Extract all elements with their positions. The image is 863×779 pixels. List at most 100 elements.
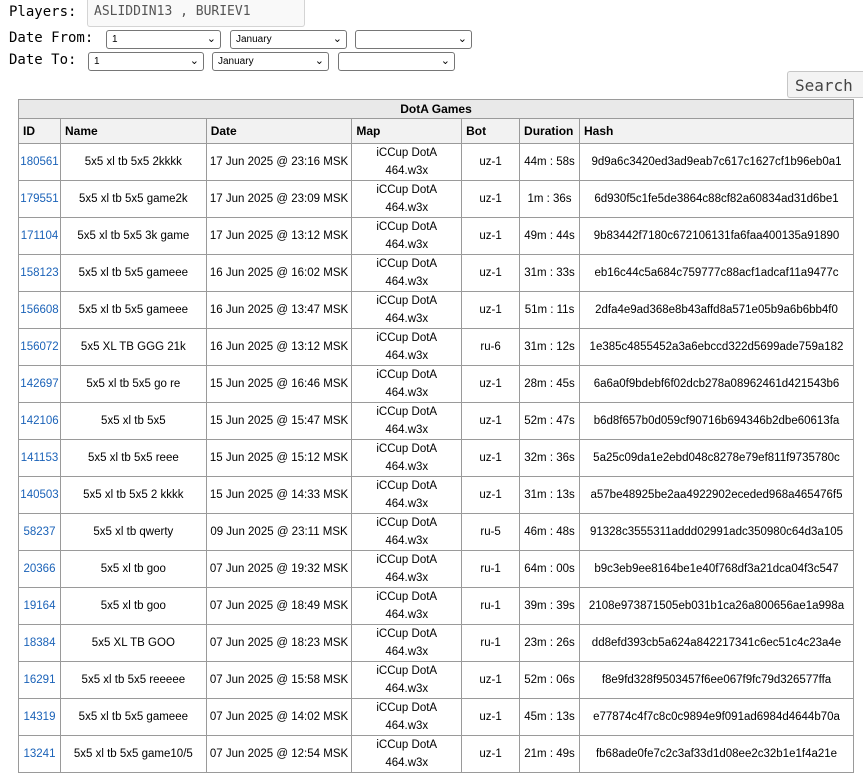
date-from-month-select[interactable]: January ⌄ (230, 30, 347, 49)
chevron-down-icon: ⌄ (206, 33, 216, 45)
game-bot-cell: uz-1 (461, 735, 521, 773)
game-id-cell: 158123 (18, 254, 61, 292)
column-header-id: ID (18, 118, 61, 144)
column-header-bot: Bot (461, 118, 521, 144)
table-row: 14319 5x5 xl tb 5x5 gameee 07 Jun 2025 @ 1… (18, 698, 854, 736)
game-date-cell: 07 Jun 2025 @ 18:23 MSK (205, 624, 353, 662)
game-map-cell: iCCup DotA 464.w3x (351, 513, 463, 551)
map-name: iCCup DotA (376, 332, 438, 344)
game-id-link[interactable]: 171104 (21, 230, 59, 242)
game-id-link[interactable]: 20366 (24, 563, 56, 575)
date-to-label: Date To: (9, 52, 77, 68)
date-from-label: Date From: (9, 30, 94, 46)
game-hash-cell: dd8efd393cb5a624a842217341c6ec51c4c23a4e (579, 624, 854, 662)
date-from-day-value: 1 (112, 34, 118, 45)
map-file: 464.w3x (385, 720, 429, 732)
game-id-cell: 179551 (18, 180, 61, 218)
game-duration-cell: 21m : 49s (519, 735, 580, 773)
chevron-down-icon: ⌄ (457, 33, 467, 45)
game-map-cell: iCCup DotA 464.w3x (351, 587, 463, 625)
game-id-link[interactable]: 19164 (24, 600, 56, 612)
table-row: 19164 5x5 xl tb goo 07 Jun 2025 @ 18:49 MS… (18, 587, 854, 625)
date-to-day-select[interactable]: 1 ⌄ (88, 52, 204, 71)
map-file: 464.w3x (385, 165, 429, 177)
game-bot-cell: uz-1 (461, 291, 521, 329)
players-input[interactable]: ASLIDDIN13 , BURIEV1 (87, 0, 305, 27)
game-date-cell: 15 Jun 2025 @ 16:46 MSK (205, 365, 353, 403)
map-name: iCCup DotA (376, 147, 438, 159)
column-header-duration: Duration (519, 118, 580, 144)
game-duration-cell: 46m : 48s (519, 513, 580, 551)
map-name: iCCup DotA (376, 443, 438, 455)
map-file: 464.w3x (385, 424, 429, 436)
game-id-link[interactable]: 13241 (24, 748, 56, 760)
chevron-down-icon: ⌄ (314, 55, 324, 67)
game-id-link[interactable]: 16291 (24, 674, 56, 686)
column-header-hash: Hash (579, 118, 854, 144)
map-file: 464.w3x (385, 276, 429, 288)
table-caption: DotA Games (18, 99, 854, 119)
game-duration-cell: 23m : 26s (519, 624, 580, 662)
game-id-link[interactable]: 180561 (20, 156, 58, 168)
game-name-cell: 5x5 xl tb 5x5 gameee (59, 698, 207, 736)
table-row: 20366 5x5 xl tb goo 07 Jun 2025 @ 19:32 MS… (18, 550, 854, 588)
game-bot-cell: uz-1 (461, 254, 521, 292)
date-to-month-select[interactable]: January ⌄ (212, 52, 329, 71)
game-name-cell: 5x5 XL TB GGG 21k (59, 328, 207, 366)
game-hash-cell: b6d8f657b0d059cf90716b694346b2dbe60613fa (579, 402, 854, 440)
game-bot-cell: ru-1 (461, 624, 521, 662)
date-to-day-value: 1 (94, 56, 100, 67)
game-map-cell: iCCup DotA 464.w3x (351, 328, 463, 366)
game-bot-cell: uz-1 (461, 217, 521, 255)
table-row: 179551 5x5 xl tb 5x5 game2k 17 Jun 2025 @ … (18, 180, 854, 218)
game-id-link[interactable]: 156608 (20, 304, 58, 316)
game-bot-cell: ru-5 (461, 513, 521, 551)
game-id-cell: 140503 (18, 476, 61, 514)
map-name: iCCup DotA (376, 295, 438, 307)
date-from-day-select[interactable]: 1 ⌄ (106, 30, 221, 49)
table-row: 16291 5x5 xl tb 5x5 reeeee 07 Jun 2025 @ 1… (18, 661, 854, 699)
date-from-year-select[interactable]: ⌄ (355, 30, 472, 49)
game-id-link[interactable]: 158123 (20, 267, 58, 279)
game-name-cell: 5x5 xl tb goo (59, 587, 207, 625)
players-label: Players: (9, 4, 77, 20)
game-id-link[interactable]: 58237 (24, 526, 56, 538)
game-name-cell: 5x5 xl tb 5x5 gameee (59, 291, 207, 329)
game-name-cell: 5x5 xl tb 5x5 2 kkkk (59, 476, 207, 514)
column-header-map: Map (351, 118, 463, 144)
search-button[interactable]: Search (787, 71, 863, 98)
game-date-cell: 17 Jun 2025 @ 23:16 MSK (205, 143, 353, 181)
game-name-cell: 5x5 xl tb 5x5 gameee (59, 254, 207, 292)
map-file: 464.w3x (385, 535, 429, 547)
game-bot-cell: ru-6 (461, 328, 521, 366)
game-bot-cell: uz-1 (461, 365, 521, 403)
game-map-cell: iCCup DotA 464.w3x (351, 624, 463, 662)
map-name: iCCup DotA (376, 591, 438, 603)
table-row: 158123 5x5 xl tb 5x5 gameee 16 Jun 2025 @ … (18, 254, 854, 292)
game-date-cell: 15 Jun 2025 @ 14:33 MSK (205, 476, 353, 514)
game-bot-cell: uz-1 (461, 661, 521, 699)
game-map-cell: iCCup DotA 464.w3x (351, 143, 463, 181)
game-id-link[interactable]: 18384 (24, 637, 56, 649)
game-hash-cell: 9d9a6c3420ed3ad9eab7c617c1627cf1b96eb0a1 (579, 143, 854, 181)
table-row: 13241 5x5 xl tb 5x5 game10/5 07 Jun 2025 @… (18, 735, 854, 773)
game-id-link[interactable]: 179551 (20, 193, 58, 205)
game-map-cell: iCCup DotA 464.w3x (351, 217, 463, 255)
table-row: 142697 5x5 xl tb 5x5 go re 15 Jun 2025 @ 1… (18, 365, 854, 403)
game-id-link[interactable]: 140503 (20, 489, 58, 501)
game-id-link[interactable]: 142697 (20, 378, 58, 390)
game-name-cell: 5x5 XL TB GOO (59, 624, 207, 662)
game-id-link[interactable]: 142106 (20, 415, 58, 427)
game-map-cell: iCCup DotA 464.w3x (351, 439, 463, 477)
map-file: 464.w3x (385, 387, 429, 399)
game-duration-cell: 31m : 13s (519, 476, 580, 514)
game-date-cell: 17 Jun 2025 @ 23:09 MSK (205, 180, 353, 218)
game-id-link[interactable]: 156072 (20, 341, 58, 353)
game-hash-cell: 6d930f5c1fe5de3864c88cf82a60834ad31d6be1 (579, 180, 854, 218)
game-duration-cell: 52m : 47s (519, 402, 580, 440)
date-to-year-select[interactable]: ⌄ (338, 52, 455, 71)
game-id-link[interactable]: 14319 (24, 711, 56, 723)
game-id-link[interactable]: 141153 (21, 452, 59, 464)
map-file: 464.w3x (385, 313, 429, 325)
map-file: 464.w3x (385, 646, 429, 658)
